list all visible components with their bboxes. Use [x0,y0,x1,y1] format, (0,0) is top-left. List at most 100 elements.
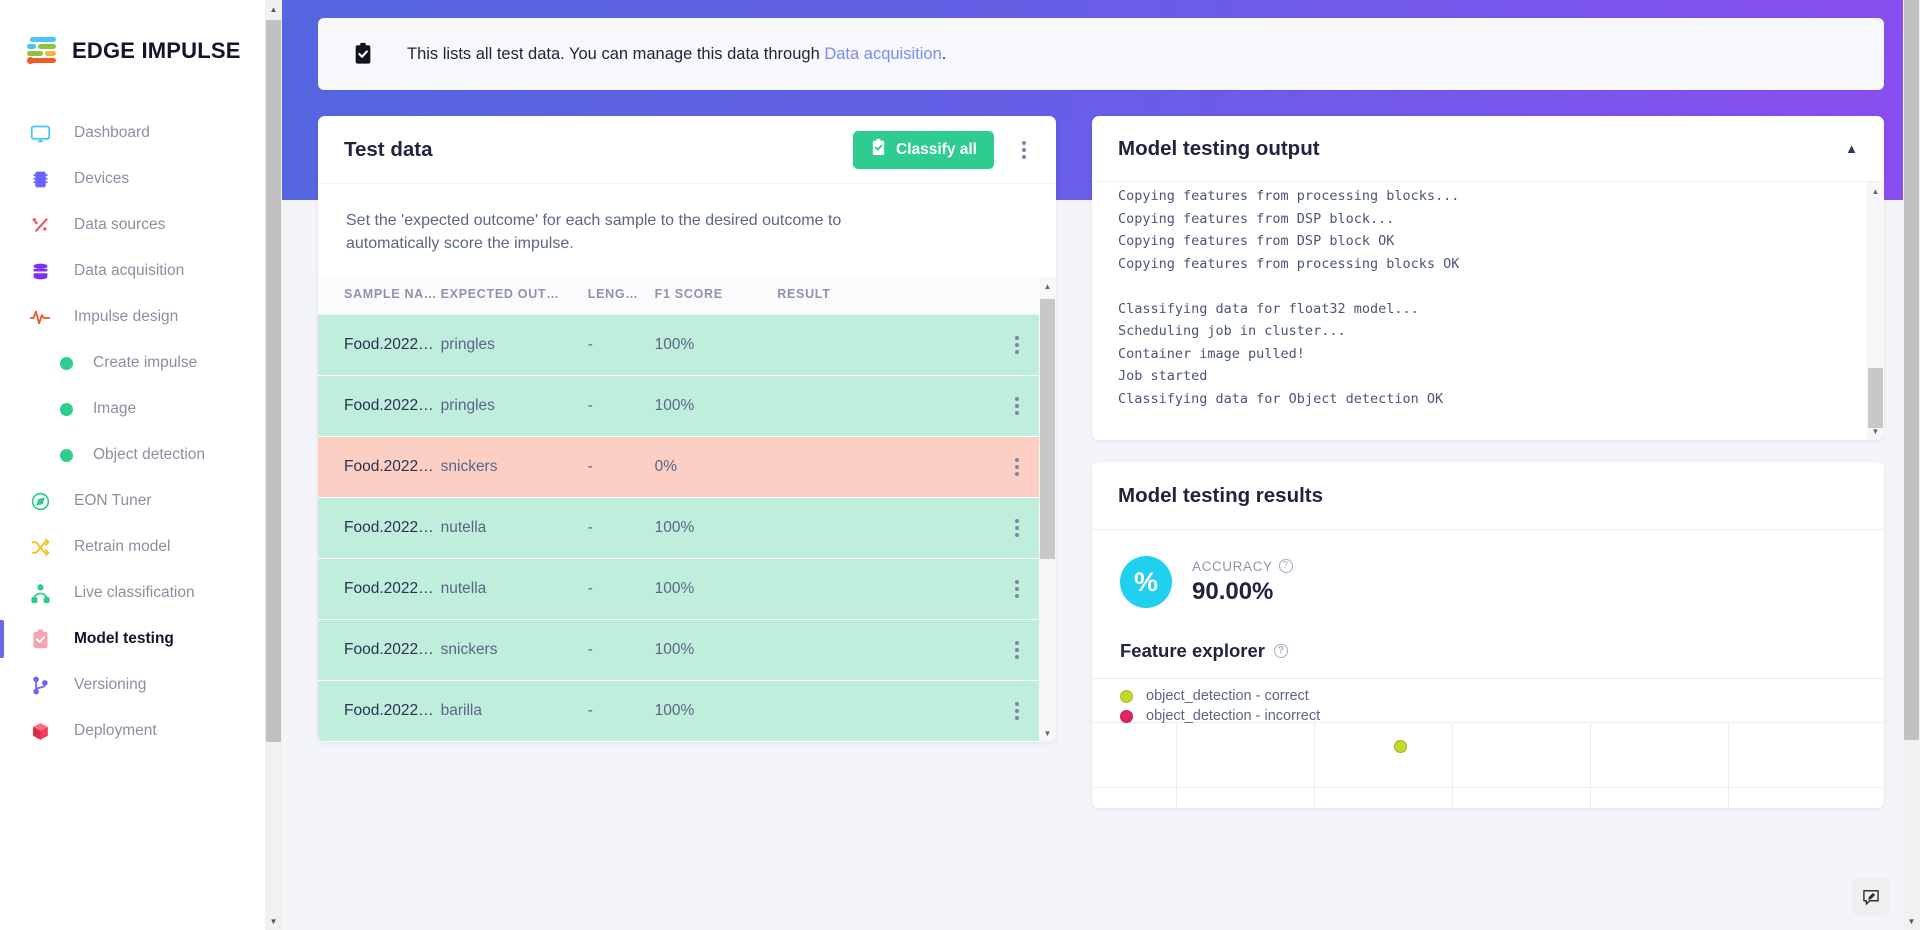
sidebar-item-data-acquisition[interactable]: Data acquisition [0,248,282,294]
test-data-description: Set the 'expected outcome' for each samp… [346,212,842,252]
cell-length: - [587,436,655,499]
console-line: Copying features from DSP block OK [1118,233,1395,249]
page-scrollbar[interactable]: ▲ ▼ [1903,0,1920,930]
sidebar-item-label: Create impulse [93,354,198,371]
feature-explorer-title: Feature explorer [1120,640,1265,661]
cell-f1-score: 100% [654,619,778,682]
console-line: Container image pulled! [1118,345,1305,362]
sidebar-item-devices[interactable]: Devices [0,156,282,202]
cell-sample-name: Food.2022… [318,680,441,743]
cell-sample-name: Food.2022… [318,619,441,682]
feedback-bubble-icon[interactable] [1852,878,1890,916]
table-row[interactable]: Food.2022… nutella - 100% [318,497,1056,560]
compass-icon [28,489,52,513]
right-column: Model testing output ▲ Copying features … [1092,116,1884,808]
cell-length: - [587,314,655,377]
accuracy-label: ACCURACY [1192,558,1273,574]
green-dot-icon [60,356,73,370]
scroll-down-arrow-icon[interactable]: ▼ [1867,422,1884,440]
column-header-sample-name[interactable]: SAMPLE NA… [318,277,441,316]
scroll-down-arrow-icon[interactable]: ▼ [1039,724,1056,742]
sidebar-item-label: Data acquisition [74,262,185,279]
console-line: Job started [1118,368,1208,384]
scrollbar-thumb[interactable] [1904,0,1919,740]
column-header-expected-outcome[interactable]: EXPECTED OUT… [440,277,588,316]
column-header-f1-score[interactable]: F1 SCORE [654,277,778,316]
scrollbar-thumb[interactable] [1868,368,1883,428]
brand-name: EDGE IMPULSE [72,38,241,63]
table-row[interactable]: Food.2022… barilla - 100% [318,680,1056,743]
sidebar-item-label: Model testing [74,630,174,647]
columns: Test data Classify all Set the 'expected… [318,116,1884,808]
percent-icon: % [1120,556,1172,608]
cell-result [777,314,978,377]
scroll-down-arrow-icon[interactable]: ▼ [265,912,282,930]
chevron-up-icon[interactable]: ▲ [1845,141,1858,156]
console-scrollbar[interactable]: ▲ ▼ [1867,182,1884,440]
clipboard-check-icon [352,41,374,67]
scrollbar-thumb[interactable] [266,20,281,742]
cell-sample-name: Food.2022… [318,375,441,438]
table-row[interactable]: Food.2022… pringles - 100% [318,314,1056,377]
sidebar-item-deployment[interactable]: Deployment [0,708,282,754]
sidebar-item-retrain-model[interactable]: Retrain model [0,524,282,570]
pulse-icon [28,305,52,329]
legend-item[interactable]: object_detection - correct [1120,686,1320,706]
cell-sample-name: Food.2022… [318,436,441,499]
accuracy-value: 90.00% [1192,577,1274,605]
feature-explorer-plot[interactable]: object_detection - correct object_detect… [1092,678,1884,808]
table-row[interactable]: Food.2022… snickers - 0% [318,436,1056,499]
sidebar-item-object-detection[interactable]: Object detection [0,432,282,478]
cell-result [777,497,978,560]
sidebar-item-live-classification[interactable]: Live classification [0,570,282,616]
table-row[interactable]: Food.2022… snickers - 100% [318,619,1056,682]
table-scrollbar[interactable]: ▲ ▼ [1039,277,1056,743]
scroll-up-arrow-icon[interactable]: ▲ [1867,182,1884,200]
sidebar-item-versioning[interactable]: Versioning [0,662,282,708]
table-header-row: SAMPLE NA… EXPECTED OUT… LENG… F1 SCORE … [318,277,1056,316]
classify-all-button[interactable]: Classify all [853,130,994,169]
sidebar-item-create-impulse[interactable]: Create impulse [0,340,282,386]
console-line: Classifying data for float32 model... [1118,300,1419,317]
sidebar-item-label: Live classification [74,584,195,601]
brand-logo[interactable]: EDGE IMPULSE [0,0,282,66]
cell-expected-outcome: snickers [440,619,588,682]
model-testing-results-card: Model testing results % ACCURACY ? 90.00… [1092,462,1884,808]
data-acquisition-link[interactable]: Data acquisition [824,45,941,63]
sidebar-scrollbar[interactable]: ▲ ▼ [265,0,282,930]
legend-item[interactable]: object_detection - incorrect [1120,706,1320,726]
model-testing-output-header: Model testing output ▲ [1092,116,1884,182]
question-circle-icon[interactable]: ? [1278,559,1293,573]
kebab-menu-icon[interactable] [1018,137,1030,163]
sidebar-item-data-sources[interactable]: Data sources [0,202,282,248]
sidebar-item-dashboard[interactable]: Dashboard [0,110,282,156]
cell-expected-outcome: pringles [440,375,588,438]
wand-icon [28,213,52,237]
scroll-up-arrow-icon[interactable]: ▲ [265,0,282,18]
scrollbar-thumb[interactable] [1040,299,1055,560]
legend-label: object_detection - correct [1146,688,1309,704]
plot-data-point[interactable] [1394,740,1407,753]
scroll-up-arrow-icon[interactable]: ▲ [1039,277,1056,295]
sidebar-item-label: Impulse design [74,308,179,325]
banner-text-before: This lists all test data. You can manage… [407,44,825,63]
sidebar-item-impulse-design[interactable]: Impulse design [0,294,282,340]
shuffle-icon [28,535,52,559]
sidebar-item-model-testing[interactable]: Model testing [0,616,282,662]
table-row[interactable]: Food.2022… pringles - 100% [318,375,1056,438]
sidebar-item-image[interactable]: Image [0,386,282,432]
test-data-table-wrapper: SAMPLE NA… EXPECTED OUT… LENG… F1 SCORE … [318,277,1056,743]
cell-sample-name: Food.2022… [318,497,441,560]
column-header-result[interactable]: RESULT [777,277,978,316]
sidebar-item-eon-tuner[interactable]: EON Tuner [0,478,282,524]
console-output[interactable]: Copying features from processing blocks.… [1092,182,1884,440]
cell-result [777,375,978,438]
box-icon [28,719,52,743]
column-header-length[interactable]: LENG… [587,277,655,316]
question-circle-icon[interactable]: ? [1273,644,1288,658]
console-line: Scheduling job in cluster... [1118,323,1346,339]
accuracy-row: % ACCURACY ? 90.00% [1120,556,1856,608]
scroll-down-arrow-icon[interactable]: ▼ [1903,912,1920,930]
table-row[interactable]: Food.2022… nutella - 100% [318,558,1056,621]
